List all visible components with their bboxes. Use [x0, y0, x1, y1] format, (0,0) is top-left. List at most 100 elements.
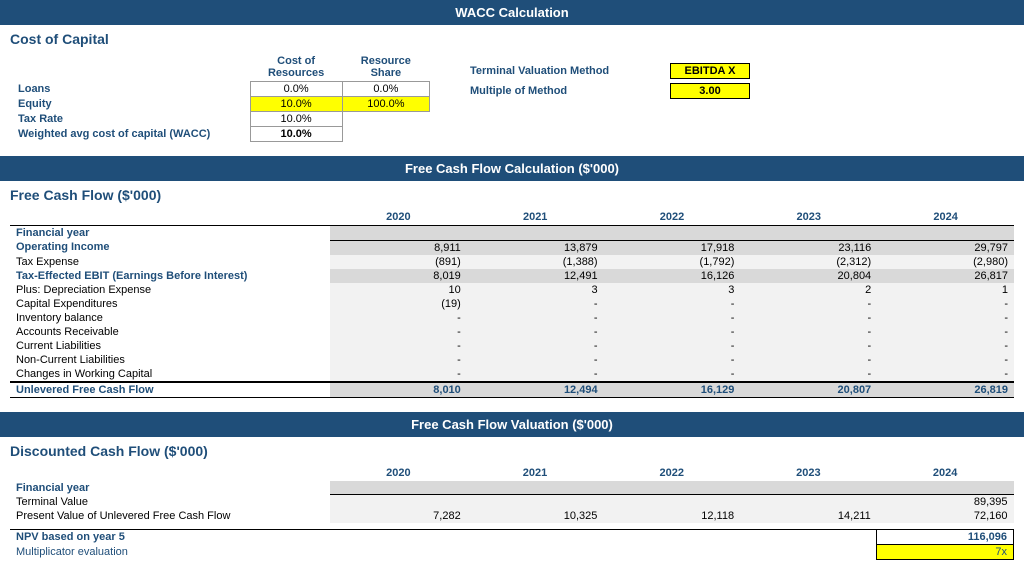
cell-val: 20,804: [740, 269, 877, 283]
row-label: Equity: [10, 97, 250, 112]
npv-row: NPV based on year 5 116,096: [10, 529, 1014, 544]
cell-val: -: [330, 367, 467, 382]
fcf-section: Free Cash Flow ($'000) 2020 2021 2022 20…: [0, 181, 1024, 406]
cell-val: -: [740, 297, 877, 311]
cell-val: 8,019: [330, 269, 467, 283]
table-row: Changes in Working Capital - - - - -: [10, 367, 1014, 382]
cell-val: -: [604, 367, 741, 382]
fcf-col-2022: 2022: [604, 209, 741, 226]
wacc-col-share: Resource Share: [342, 53, 429, 82]
row-label-inventory: Inventory balance: [10, 311, 330, 325]
valuation-header: Free Cash Flow Valuation ($'000): [0, 412, 1024, 437]
unlevered-fcf-row: Unlevered Free Cash Flow 8,010 12,494 16…: [10, 382, 1014, 398]
cell-val: -: [467, 311, 604, 325]
taxrate-cost[interactable]: 10.0%: [250, 112, 342, 127]
cell-val: -: [330, 339, 467, 353]
cell-val: -: [604, 325, 741, 339]
cell-val: 3: [604, 283, 741, 297]
cell-val: 23,116: [740, 240, 877, 255]
loans-share[interactable]: 0.0%: [342, 82, 429, 97]
row-label: Accounts Receivable: [10, 325, 330, 339]
wacc-title: Cost of Capital: [0, 25, 1024, 49]
cell-val: [740, 495, 877, 510]
fcf-col-2023: 2023: [740, 209, 877, 226]
cell-val: -: [877, 367, 1014, 382]
cell-val: 29,797: [877, 240, 1014, 255]
cell-val: (19): [330, 297, 467, 311]
row-label: Capital Expenditures: [10, 297, 330, 311]
dcf-col-2022: 2022: [603, 465, 740, 481]
table-row: Tax Rate 10.0%: [10, 112, 430, 127]
table-row: Capital Expenditures (19) - - - -: [10, 297, 1014, 311]
row-label: Financial year: [10, 226, 330, 241]
wacc-left-panel: Cost of Resources Resource Share Loans 0…: [10, 53, 430, 142]
row-label: Non-Current Liabilities: [10, 353, 330, 367]
cell-val: 3: [467, 283, 604, 297]
fcf-header: Free Cash Flow Calculation ($'000): [0, 156, 1024, 181]
cell-val: -: [877, 325, 1014, 339]
multiple-value[interactable]: 3.00: [670, 83, 750, 99]
dcf-col-2020: 2020: [330, 465, 467, 481]
loans-cost[interactable]: 0.0%: [250, 82, 342, 97]
wacc-cost[interactable]: 10.0%: [250, 127, 342, 142]
row-label: Weighted avg cost of capital (WACC): [10, 127, 250, 142]
wacc-col-cost: Cost of Resources: [250, 53, 342, 82]
npv-label: NPV based on year 5: [10, 529, 330, 544]
cell-val: [467, 495, 604, 510]
table-row: Terminal Value 89,395: [10, 495, 1014, 510]
table-row: Loans 0.0% 0.0%: [10, 82, 430, 97]
cell-val: -: [740, 311, 877, 325]
cell-val: 20,807: [740, 382, 877, 398]
row-label: Tax-Effected EBIT (Earnings Before Inter…: [10, 269, 330, 283]
row-label: Unlevered Free Cash Flow: [10, 382, 330, 398]
table-row: Weighted avg cost of capital (WACC) 10.0…: [10, 127, 430, 142]
cell-val: -: [877, 311, 1014, 325]
cell-val: -: [740, 339, 877, 353]
cell-val: -: [877, 353, 1014, 367]
table-row: Financial year: [10, 481, 1014, 495]
wacc-share: [342, 127, 429, 142]
cell-val: 72,160: [877, 509, 1014, 523]
row-label: Tax Expense: [10, 255, 330, 269]
cell-val: 2: [740, 283, 877, 297]
cell-val: (891): [330, 255, 467, 269]
table-row: Financial year: [10, 226, 1014, 241]
row-label: Tax Rate: [10, 112, 250, 127]
cell-val: 10,325: [467, 509, 604, 523]
dcf-col-label: [10, 465, 330, 481]
equity-share[interactable]: 100.0%: [342, 97, 429, 112]
cell-val: -: [467, 353, 604, 367]
cell-val: 26,817: [877, 269, 1014, 283]
table-row: Present Value of Unlevered Free Cash Flo…: [10, 509, 1014, 523]
fcf-col-2024: 2024: [877, 209, 1014, 226]
wacc-section: Cost of Capital Cost of Resources Resour…: [0, 25, 1024, 150]
terminal-value: 89,395: [877, 495, 1014, 510]
table-row: Accounts Receivable - - - - -: [10, 325, 1014, 339]
cell-val: -: [467, 339, 604, 353]
wacc-header: WACC Calculation: [0, 0, 1024, 25]
valuation-section: Discounted Cash Flow ($'000) 2020 2021 2…: [0, 437, 1024, 568]
mult-label: Multiplicator evaluation: [10, 544, 330, 559]
dcf-col-2021: 2021: [467, 465, 604, 481]
table-row: Inventory balance - - - - -: [10, 311, 1014, 325]
cell-val: 26,819: [877, 382, 1014, 398]
mult-value[interactable]: 7x: [877, 544, 1014, 559]
cell-val: 7,282: [330, 509, 467, 523]
taxrate-share: [342, 112, 429, 127]
cell-val: (2,980): [877, 255, 1014, 269]
table-row: Plus: Depreciation Expense 10 3 3 2 1: [10, 283, 1014, 297]
fcf-col-2021: 2021: [467, 209, 604, 226]
terminal-method-value[interactable]: EBITDA X: [670, 63, 750, 79]
wacc-right-panel: Terminal Valuation Method EBITDA X Multi…: [430, 53, 1014, 103]
cell-val: 12,494: [467, 382, 604, 398]
cell-val: -: [604, 311, 741, 325]
dcf-col-2023: 2023: [740, 465, 877, 481]
multiplicator-row: Multiplicator evaluation 7x: [10, 544, 1014, 559]
cell-val: [603, 495, 740, 510]
cell-val: (1,388): [467, 255, 604, 269]
equity-cost[interactable]: 10.0%: [250, 97, 342, 112]
table-row: Tax Expense (891) (1,388) (1,792) (2,312…: [10, 255, 1014, 269]
cell-val: -: [740, 353, 877, 367]
cell-val: 12,491: [467, 269, 604, 283]
row-label: Loans: [10, 82, 250, 97]
